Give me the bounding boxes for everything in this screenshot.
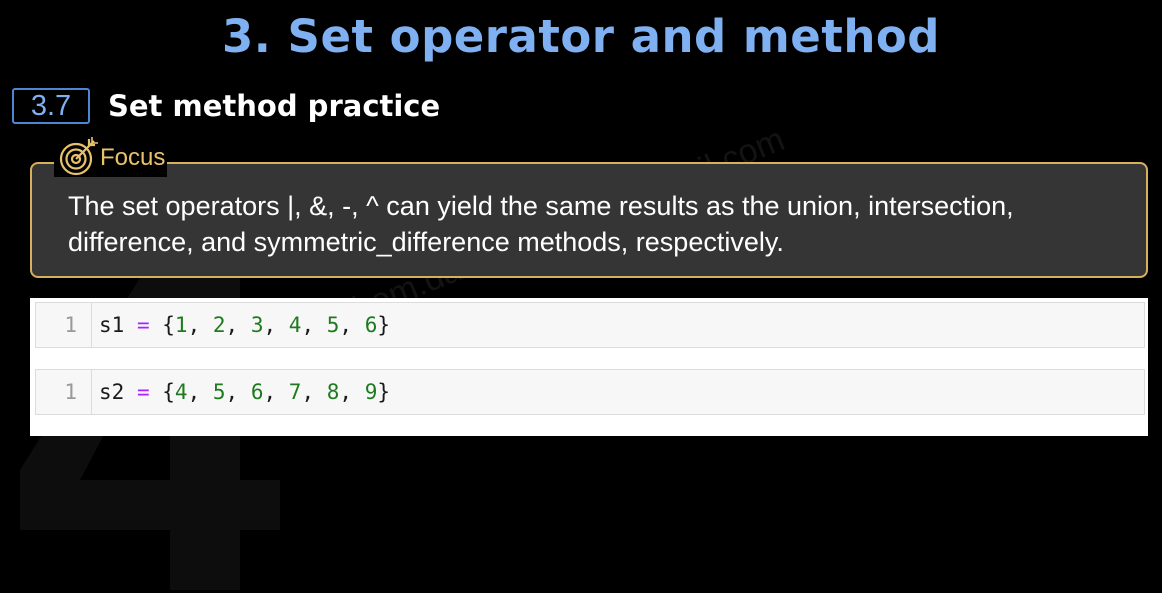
focus-box: Focus The set operators |, &, -, ^ can y…	[30, 137, 1148, 278]
code-line: s1 = {1, 2, 3, 4, 5, 6}	[99, 313, 390, 337]
code-number: 8	[326, 380, 340, 404]
page-title: 3. Set operator and method	[221, 10, 941, 63]
code-number: 4	[288, 313, 302, 337]
code-number: 6	[250, 380, 264, 404]
code-number: 5	[326, 313, 340, 337]
code-variable: s1	[99, 313, 125, 337]
code-number: 2	[212, 313, 226, 337]
code-cell[interactable]: 1 s1 = {1, 2, 3, 4, 5, 6}	[35, 302, 1145, 348]
focus-legend: Focus	[54, 137, 168, 177]
code-number: 5	[212, 380, 226, 404]
code-number: 7	[288, 380, 302, 404]
code-operator: =	[136, 313, 150, 337]
target-icon	[59, 137, 98, 176]
section-header: 3.7 Set method practice	[12, 88, 440, 124]
code-operator: =	[136, 380, 150, 404]
code-number: 4	[174, 380, 188, 404]
code-panel: 1 s1 = {1, 2, 3, 4, 5, 6} 1 s2 = {4, 5, …	[30, 298, 1148, 436]
section-title: Set method practice	[108, 89, 441, 123]
code-number: 3	[250, 313, 264, 337]
line-number: 1	[36, 303, 92, 347]
code-number: 9	[364, 380, 378, 404]
focus-label: Focus	[100, 144, 166, 171]
code-cell[interactable]: 1 s2 = {4, 5, 6, 7, 8, 9}	[35, 369, 1145, 415]
code-variable: s2	[99, 380, 125, 404]
focus-text: The set operators |, &, -, ^ can yield t…	[68, 191, 1014, 257]
line-number: 1	[36, 370, 92, 414]
section-number-badge: 3.7	[12, 88, 90, 124]
code-number: 6	[364, 313, 378, 337]
code-line: s2 = {4, 5, 6, 7, 8, 9}	[99, 380, 390, 404]
code-number: 1	[174, 313, 188, 337]
